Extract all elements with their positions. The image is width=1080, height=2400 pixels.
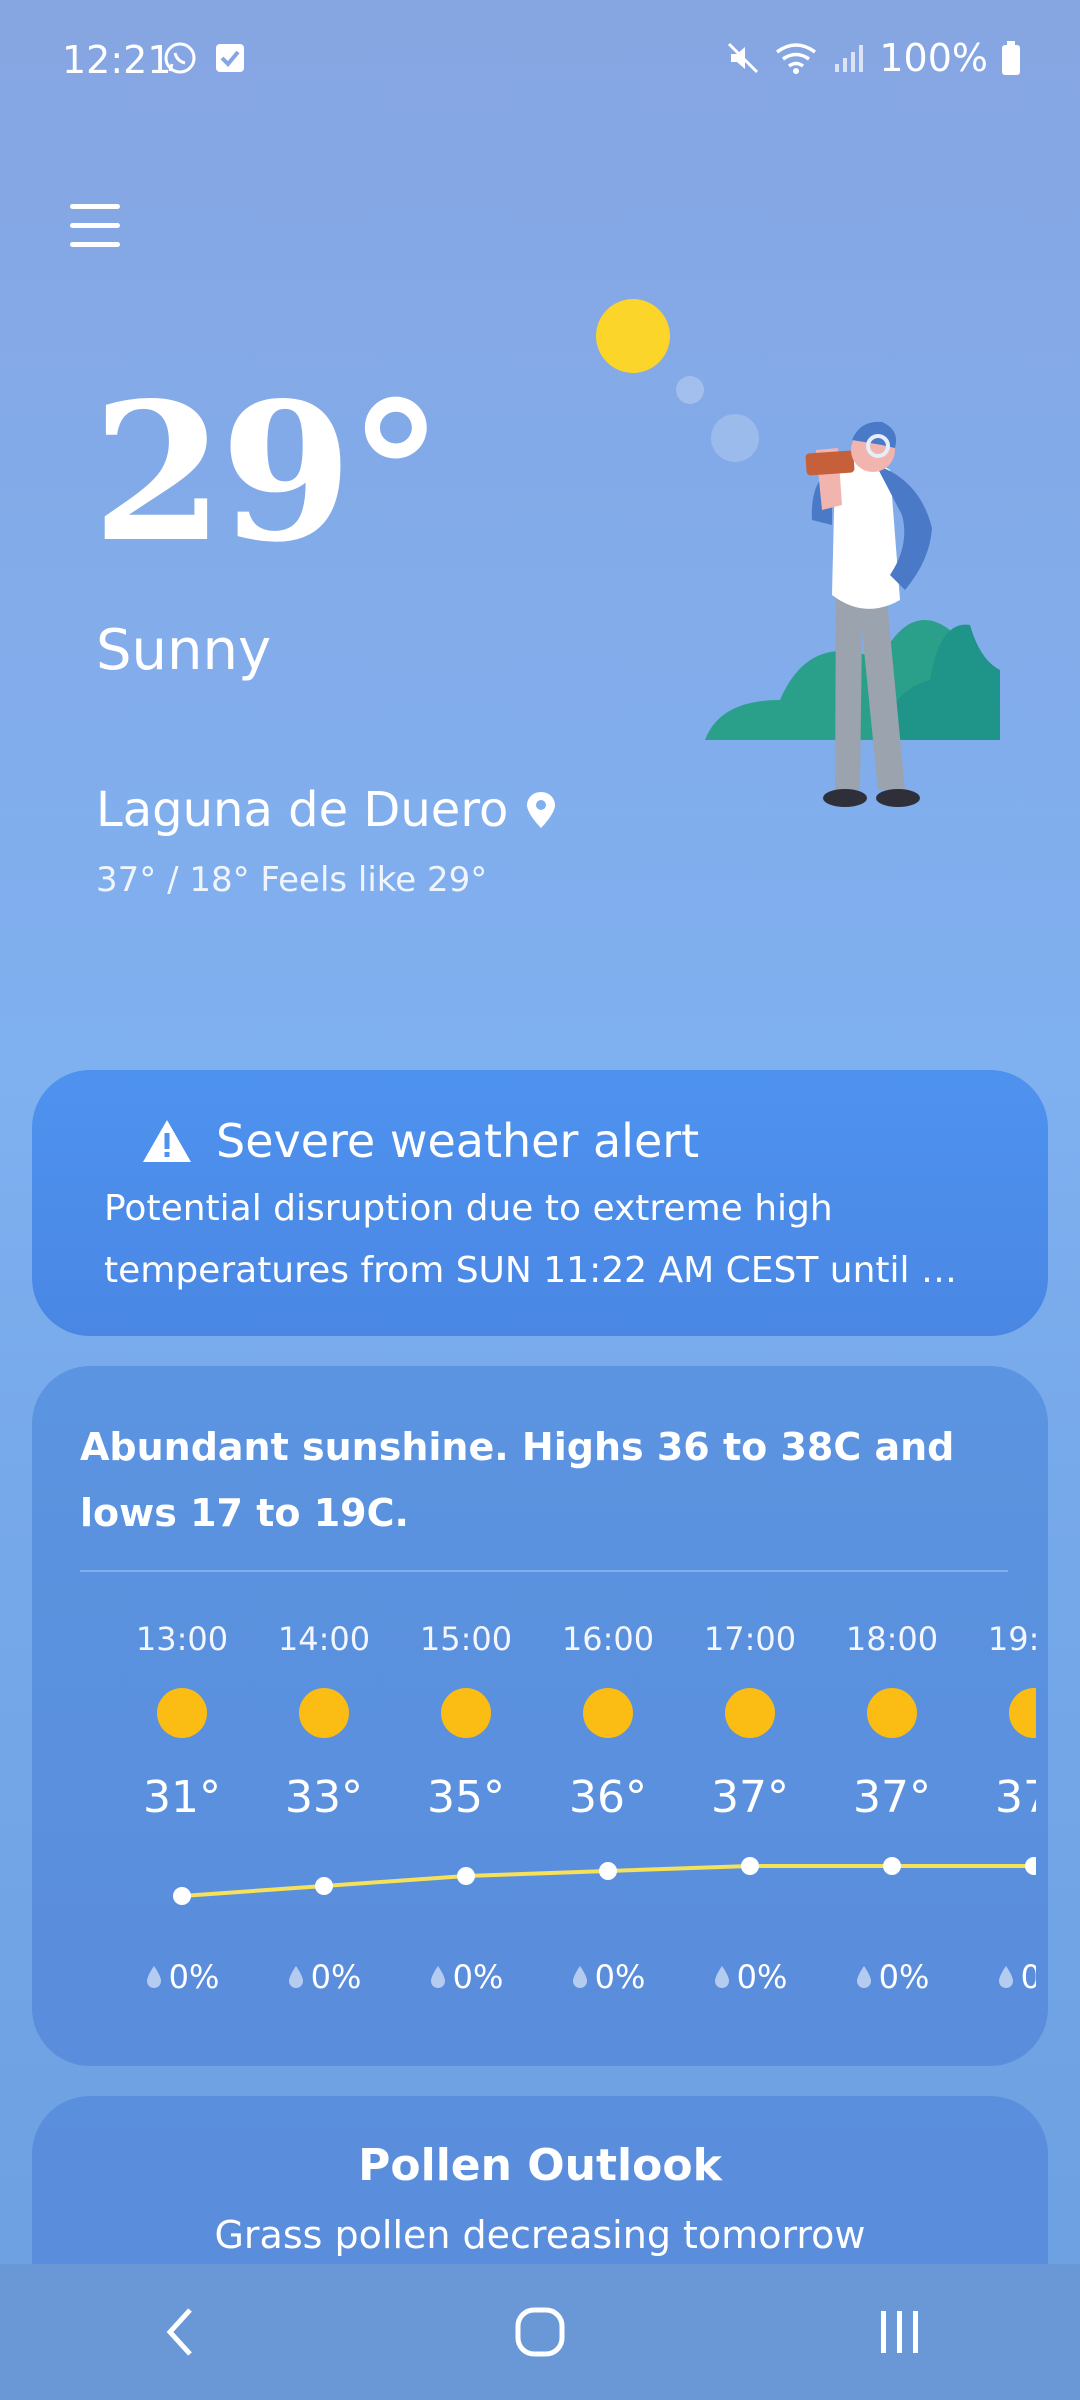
hour-column: 16:00 36° 0%	[543, 1606, 673, 2046]
hamburger-icon	[70, 204, 120, 209]
alert-body-line1: Potential disruption due to extreme high	[104, 1188, 833, 1229]
pollen-subtitle: Grass pollen decreasing tomorrow	[214, 2213, 866, 2257]
sun-icon	[299, 1688, 349, 1738]
current-condition: Sunny	[96, 618, 272, 683]
back-button[interactable]	[120, 2287, 240, 2377]
alert-body-line2: temperatures from SUN 11:22 AM CEST unti…	[104, 1250, 976, 1291]
current-temperature: 29°	[92, 361, 443, 584]
hour-temp: 37°	[711, 1772, 789, 1823]
hour-time: 14:00	[277, 1620, 371, 1658]
status-right: 100%	[725, 36, 1022, 80]
precip-value: 0%	[878, 1958, 930, 1996]
status-left-icons	[162, 40, 248, 76]
raindrop-icon	[288, 1966, 303, 1988]
sun-icon	[583, 1688, 633, 1738]
precip-value: 0%	[168, 1958, 220, 1996]
hour-time: 17:00	[703, 1620, 797, 1658]
raindrop-icon	[856, 1966, 871, 1988]
raindrop-icon	[572, 1966, 587, 1988]
precip-value: 0%	[310, 1958, 362, 1996]
hour-precip: 0%	[969, 1958, 1036, 1996]
battery-percent: 100%	[879, 36, 988, 80]
hour-precip: 0%	[401, 1958, 531, 1996]
hamburger-icon-line	[70, 242, 120, 247]
hour-column: 13:00 31° 0%	[117, 1606, 247, 2046]
hour-temp: 31°	[143, 1772, 221, 1823]
hour-column: 15:00 35° 0%	[401, 1606, 531, 2046]
location-button[interactable]: Laguna de Duero	[96, 782, 558, 838]
raindrop-icon	[998, 1966, 1013, 1988]
whatsapp-icon	[164, 42, 196, 74]
pollen-title: Pollen Outlook	[358, 2140, 722, 2191]
hour-temp: 35°	[427, 1772, 505, 1823]
divider	[80, 1570, 1008, 1572]
raindrop-icon	[430, 1966, 445, 1988]
sun-icon	[596, 299, 670, 373]
hour-time: 18:00	[845, 1620, 939, 1658]
hour-temp: 37°	[853, 1772, 931, 1823]
hour-time: 16:00	[561, 1620, 655, 1658]
home-icon	[515, 2307, 565, 2357]
hourly-forecast-card: Abundant sunshine. Highs 36 to 38C and l…	[32, 1366, 1048, 2066]
sun-icon	[441, 1688, 491, 1738]
back-icon	[166, 2308, 192, 2356]
hour-precip: 0%	[543, 1958, 673, 1996]
home-button[interactable]	[480, 2287, 600, 2377]
hour-precip: 0%	[827, 1958, 957, 1996]
hour-column: 19:00 37° 0%	[969, 1606, 1036, 2046]
hour-time: 15:00	[419, 1620, 513, 1658]
recents-icon	[881, 2311, 918, 2353]
signal-icon	[835, 45, 864, 72]
status-bar: 12:21 100%	[0, 0, 1080, 120]
hour-temp: 36°	[569, 1772, 647, 1823]
precip-value: 0%	[1020, 1958, 1036, 1996]
hamburger-icon-line	[70, 223, 120, 228]
hi-lo-feels: 37° / 18° Feels like 29°	[96, 860, 488, 900]
raindrop-icon	[714, 1966, 729, 1988]
hour-precip: 0%	[117, 1958, 247, 1996]
severe-weather-alert-card[interactable]: Severe weather alert Potential disruptio…	[32, 1070, 1048, 1336]
hour-temp: 37°	[995, 1772, 1036, 1823]
hourly-scroll[interactable]: 19:00 37° 0% 18:00 37° 0% 17:00 37° 0% 16:00 36° 0%…	[76, 1606, 1036, 2046]
raindrop-icon	[146, 1966, 161, 1988]
alert-header: Severe weather alert	[140, 1114, 976, 1168]
hour-temp: 33°	[285, 1772, 363, 1823]
navigation-bar	[0, 2264, 1080, 2400]
wifi-icon	[776, 43, 817, 74]
sun-icon	[867, 1688, 917, 1738]
hour-column: 17:00 37° 0%	[685, 1606, 815, 2046]
precip-value: 0%	[594, 1958, 646, 1996]
status-time: 12:21	[62, 38, 172, 82]
alert-title: Severe weather alert	[216, 1114, 700, 1168]
hour-precip: 0%	[259, 1958, 389, 1996]
hour-column: 18:00 37° 0%	[827, 1606, 957, 2046]
checkbox-icon	[216, 44, 244, 72]
recents-button[interactable]	[840, 2287, 960, 2377]
location-pin-icon	[527, 792, 556, 828]
mute-icon	[728, 42, 759, 74]
hour-column: 14:00 33° 0%	[259, 1606, 389, 2046]
hour-precip: 0%	[685, 1958, 815, 1996]
battery-icon	[1002, 41, 1020, 75]
sun-icon	[1009, 1688, 1036, 1738]
precip-value: 0%	[452, 1958, 504, 1996]
hour-time: 13:00	[135, 1620, 229, 1658]
menu-button[interactable]	[70, 204, 120, 254]
warning-icon	[143, 1120, 191, 1162]
hour-time: 19:00	[987, 1620, 1036, 1658]
location-name: Laguna de Duero	[96, 782, 509, 838]
weather-illustration	[596, 299, 1000, 807]
sun-icon	[157, 1688, 207, 1738]
precip-value: 0%	[736, 1958, 788, 1996]
forecast-summary: Abundant sunshine. Highs 36 to 38C and l…	[80, 1425, 955, 1535]
sun-icon	[725, 1688, 775, 1738]
